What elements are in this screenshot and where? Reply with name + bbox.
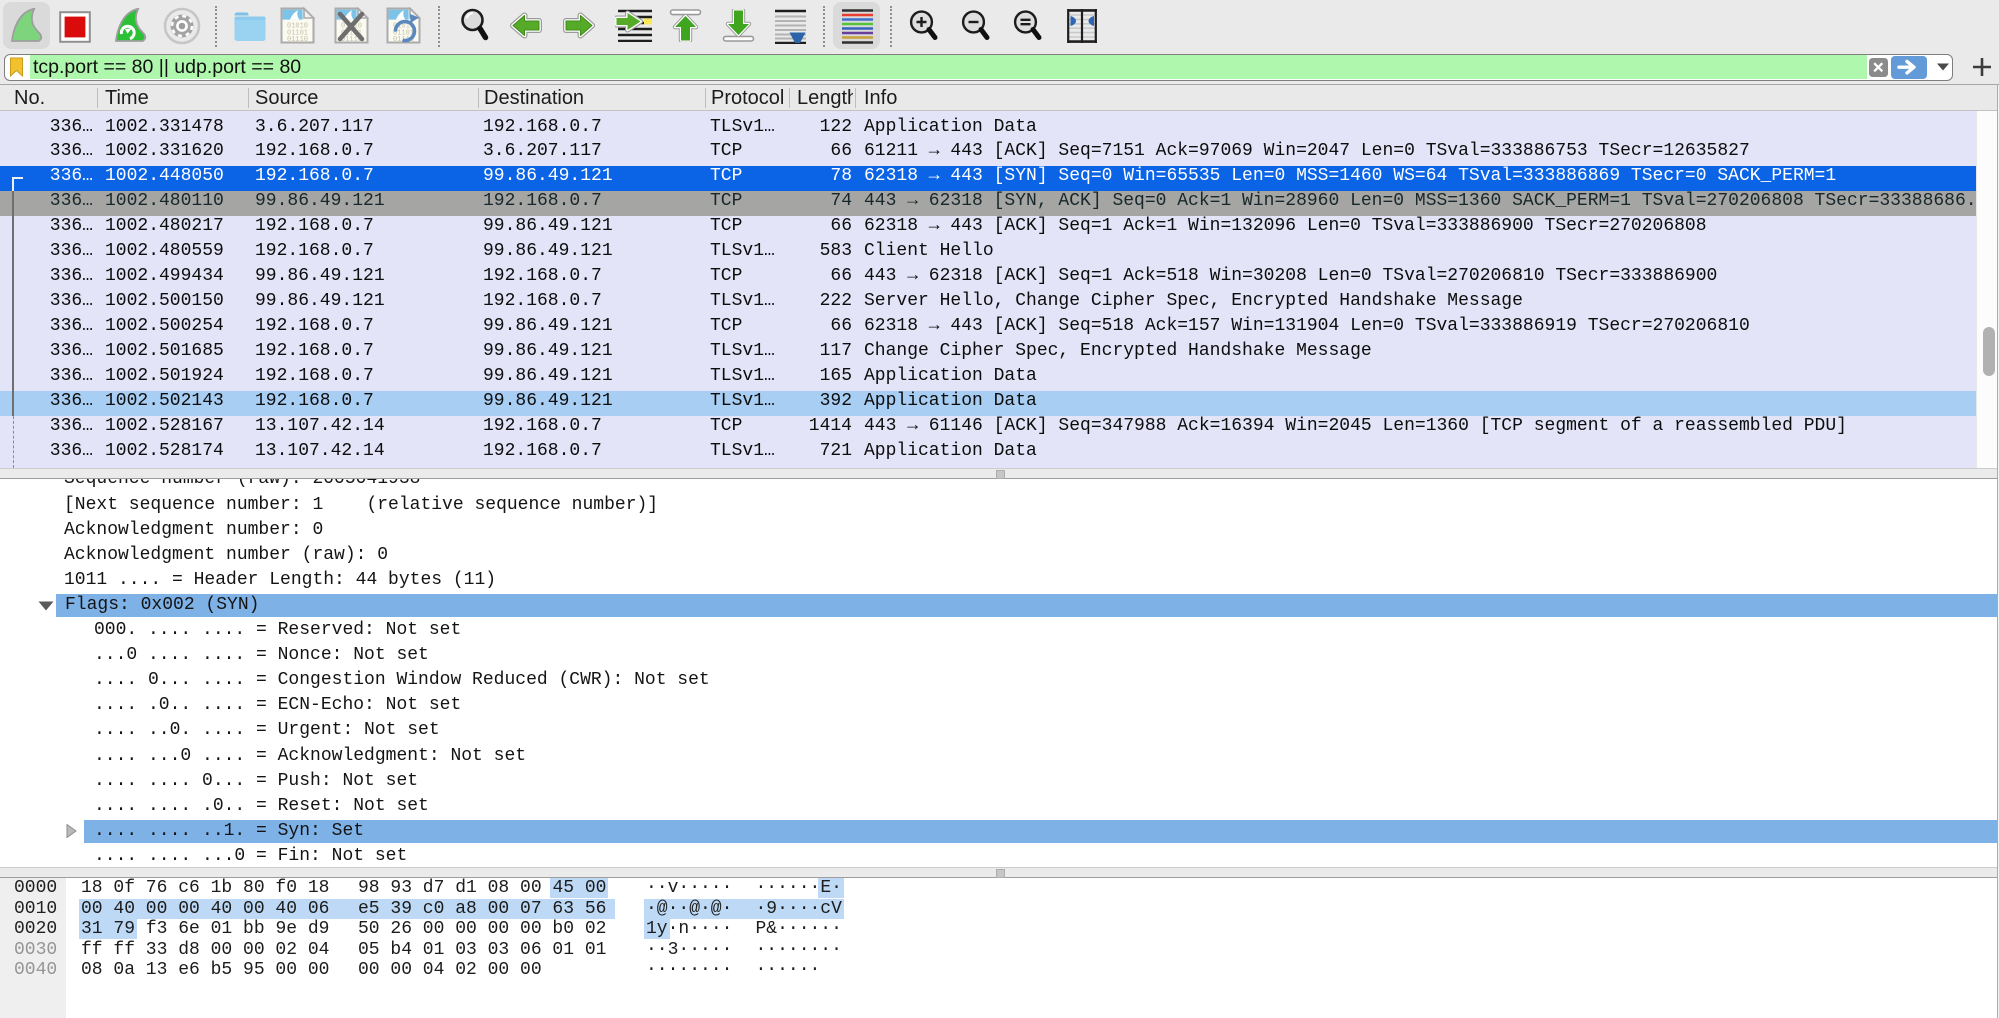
svg-text:01110: 01110 bbox=[287, 36, 308, 44]
